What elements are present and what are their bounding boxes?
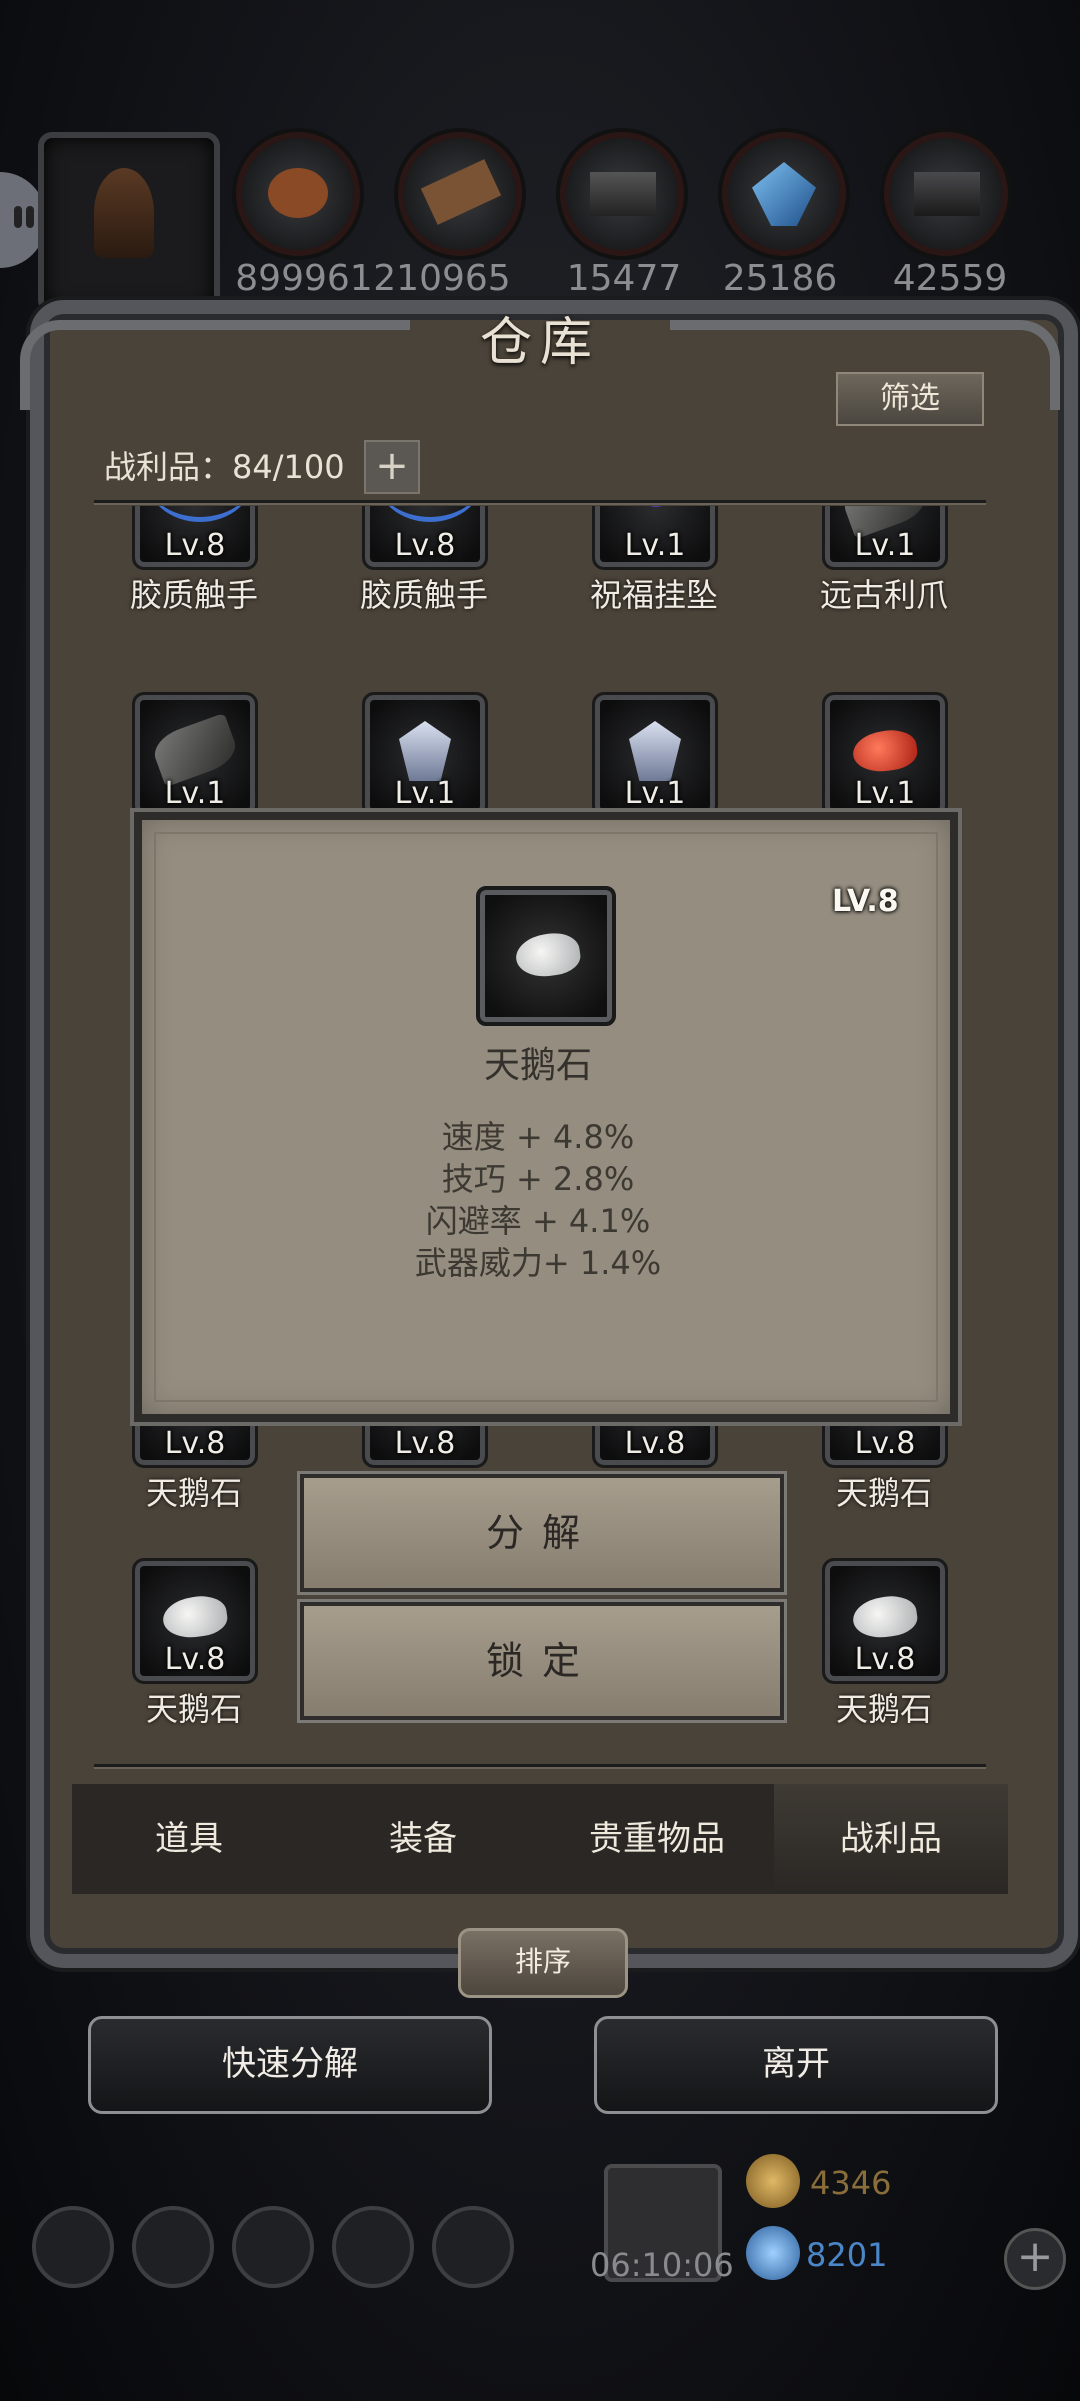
item-level: Lv.8 [394, 1426, 456, 1461]
capacity-label: 战利品：84/100 [104, 448, 345, 486]
item-level: Lv.1 [624, 528, 686, 563]
crystal-count: 25186 [722, 258, 838, 299]
item-level: Lv.8 [394, 528, 456, 563]
grid-row-1: Lv.8 胶质触手 Lv.8 胶质触手 Lv.1 祝福挂坠 Lv.1 远古利爪 [90, 506, 990, 626]
item-level: Lv.1 [624, 776, 686, 811]
inventory-item[interactable]: Lv.8 胶质触手 [130, 506, 258, 614]
item-level: Lv.8 [854, 1426, 916, 1461]
crystal-icon [752, 162, 816, 226]
divider-top [94, 500, 986, 503]
mail-icon[interactable] [332, 2206, 414, 2288]
item-level: Lv.8 [624, 1426, 686, 1461]
item-level: Lv.8 [854, 1642, 916, 1677]
expand-capacity-button[interactable]: + [364, 440, 420, 494]
item-detail-popup: LV.8 天鹅石 速度 + 4.8% 技巧 + 2.8% 闪避率 + 4.1% … [134, 812, 958, 1422]
leave-button[interactable]: 离开 [594, 2016, 998, 2114]
stat-speed: 速度 + 4.8% [441, 1118, 635, 1156]
iron-count: 15477 [566, 258, 682, 299]
stat-weapon-power: 武器威力+ 1.4% [414, 1244, 662, 1282]
crystal-resource[interactable] [728, 138, 840, 250]
item-name: 天鹅石 [145, 1474, 242, 1512]
inventory-item[interactable]: Lv.8 胶质触手 [360, 506, 488, 614]
item-level: Lv.8 [164, 1642, 226, 1677]
item-name: 祝福挂坠 [589, 576, 718, 614]
swan-stone-icon [850, 1592, 920, 1642]
stat-skill: 技巧 + 2.8% [441, 1160, 635, 1198]
gold-coin-icon [746, 2154, 800, 2208]
meat-count: 899961 [235, 258, 373, 299]
meat-icon [268, 168, 328, 218]
decompose-button[interactable]: 分解 [300, 1474, 784, 1592]
filter-button[interactable]: 筛选 [836, 372, 984, 426]
add-currency-button[interactable]: + [1004, 2228, 1066, 2290]
lock-button[interactable]: 锁定 [300, 1602, 784, 1720]
tab-equipment[interactable]: 装备 [306, 1784, 540, 1894]
inventory-item[interactable]: Lv.8 天鹅石 [132, 1558, 258, 1728]
inventory-item[interactable]: Lv.1 [362, 692, 488, 818]
item-name: 远古利爪 [819, 576, 948, 614]
item-name: 胶质触手 [359, 576, 488, 614]
tentacle-icon [375, 506, 485, 522]
pendant-icon [645, 506, 667, 507]
sort-button[interactable]: 排序 [458, 1928, 628, 1998]
item-level: Lv.1 [164, 776, 226, 811]
meat-resource[interactable] [242, 138, 354, 250]
guild-icon[interactable] [432, 2206, 514, 2288]
gift-timer: 06:10:06 [590, 2246, 734, 2284]
item-name: 胶质触手 [129, 576, 258, 614]
inventory-item[interactable]: Lv.1 祝福挂坠 [590, 506, 718, 614]
gear-icon[interactable] [32, 2206, 114, 2288]
wood-count: 210965 [373, 258, 511, 299]
shield-icon[interactable] [232, 2206, 314, 2288]
popup-item-level: LV.8 [832, 884, 899, 919]
iron-resource[interactable] [566, 138, 678, 250]
item-level: Lv.1 [854, 528, 916, 563]
item-level: Lv.1 [394, 776, 456, 811]
hooded-hero-icon [94, 168, 154, 258]
gem-amount: 8201 [806, 2236, 888, 2274]
ore-count: 42559 [892, 258, 1008, 299]
item-name: 天鹅石 [835, 1474, 932, 1512]
tab-valuables[interactable]: 贵重物品 [540, 1784, 774, 1894]
popup-item-name: 天鹅石 [483, 1045, 592, 1086]
quick-decompose-button[interactable]: 快速分解 [88, 2016, 492, 2114]
ore-icon [914, 172, 980, 216]
inventory-item[interactable]: Lv.8 天鹅石 [822, 1558, 948, 1728]
warehouse-title: 仓库 [479, 313, 600, 373]
iron-icon [590, 172, 656, 216]
inventory-item[interactable]: Lv.1 [592, 692, 718, 818]
star-icon[interactable] [132, 2206, 214, 2288]
stat-evasion: 闪避率 + 4.1% [425, 1202, 651, 1240]
red-stone-icon [850, 726, 920, 776]
category-tabs: 道具 装备 贵重物品 战利品 [72, 1784, 1008, 1894]
tab-loot[interactable]: 战利品 [774, 1784, 1008, 1894]
gold-amount: 4346 [810, 2164, 892, 2202]
gem-icon [746, 2226, 800, 2280]
hero-portrait[interactable] [38, 132, 220, 314]
popup-item-icon [476, 886, 616, 1026]
swan-stone-icon [513, 929, 583, 981]
crest-badge-icon [629, 721, 681, 781]
item-name: 天鹅石 [835, 1690, 932, 1728]
tentacle-icon [145, 506, 255, 522]
swan-stone-icon [160, 1592, 230, 1642]
inventory-item[interactable]: Lv.1 远古利爪 [820, 506, 948, 614]
item-level: Lv.8 [164, 528, 226, 563]
inventory-item[interactable]: Lv.1 [132, 692, 258, 818]
item-level: Lv.8 [164, 1426, 226, 1461]
ore-resource[interactable] [890, 138, 1002, 250]
divider-bottom [94, 1764, 986, 1767]
inventory-item[interactable]: Lv.1 [822, 692, 948, 818]
item-level: Lv.1 [854, 776, 916, 811]
wood-icon [420, 159, 502, 225]
item-name: 天鹅石 [145, 1690, 242, 1728]
crest-badge-icon [399, 721, 451, 781]
tab-items[interactable]: 道具 [72, 1784, 306, 1894]
wood-resource[interactable] [404, 138, 516, 250]
